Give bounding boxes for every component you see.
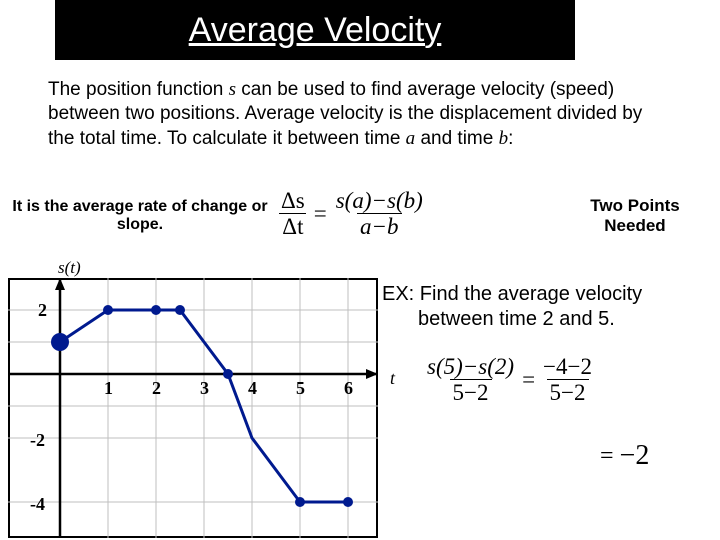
- main-formula: Δs Δt = s(a)−s(b) a−b: [278, 188, 426, 240]
- frac-sab: s(a)−s(b) a−b: [333, 188, 426, 240]
- page-title: Average Velocity: [189, 11, 442, 50]
- ex-den2: 5−2: [547, 379, 589, 405]
- ex-num2: −4−2: [540, 354, 595, 379]
- ex-num1: s(5)−s(2): [424, 354, 517, 379]
- ex-den1: 5−2: [450, 379, 492, 405]
- example-line1: EX: Find the average velocity: [382, 283, 642, 305]
- desc-part1: The position function: [48, 79, 229, 100]
- example-formula-2: = −2: [600, 440, 649, 472]
- y-axis-label: s(t): [58, 258, 81, 278]
- tick-x-6: 6: [344, 378, 353, 399]
- tick-x-2: 2: [152, 378, 161, 399]
- ex-frac-1: s(5)−s(2) 5−2: [424, 354, 517, 406]
- ex-eq1: =: [522, 367, 535, 393]
- desc-part3: and time: [415, 128, 498, 149]
- left-note: It is the average rate of change or slop…: [10, 198, 270, 234]
- desc-b: b: [499, 128, 509, 149]
- tick-x-4: 4: [248, 378, 257, 399]
- example-text: EX: Find the average velocity between ti…: [382, 282, 707, 332]
- tick-y-m2: -2: [30, 430, 45, 451]
- equals-1: =: [314, 201, 327, 227]
- x-axis-label: t: [390, 368, 395, 389]
- delta-s: Δs: [278, 188, 308, 213]
- formula-den: a−b: [357, 213, 402, 239]
- desc-a: a: [406, 128, 416, 149]
- tick-x-3: 3: [200, 378, 209, 399]
- desc-s: s: [229, 79, 236, 100]
- right-note: Two Points Needed: [580, 196, 690, 236]
- ex-eq2: =: [600, 443, 614, 470]
- desc-part4: :: [508, 128, 513, 149]
- ex-frac-2: −4−2 5−2: [540, 354, 595, 406]
- frac-ds-dt: Δs Δt: [278, 188, 308, 240]
- tick-y-m4: -4: [30, 494, 45, 515]
- description-paragraph: The position function s can be used to f…: [48, 78, 658, 151]
- example-line2: between time 2 and 5.: [382, 307, 707, 332]
- delta-t: Δt: [279, 213, 306, 239]
- title-box: Average Velocity: [55, 0, 575, 60]
- formula-num: s(a)−s(b): [333, 188, 426, 213]
- tick-x-1: 1: [104, 378, 113, 399]
- tick-y-2: 2: [38, 300, 47, 321]
- tick-x-5: 5: [296, 378, 305, 399]
- graph-plot: [8, 278, 378, 538]
- example-formula-1: s(5)−s(2) 5−2 = −4−2 5−2: [424, 354, 595, 406]
- ex-val: −2: [620, 440, 650, 472]
